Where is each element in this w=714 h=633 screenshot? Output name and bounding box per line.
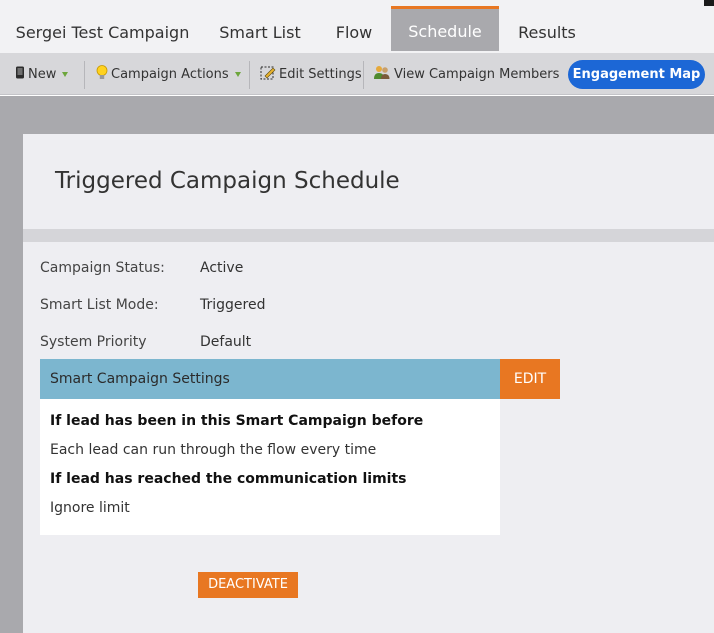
toolbar-divider (249, 61, 250, 89)
smart-campaign-settings-body: If lead has been in this Smart Campaign … (40, 399, 500, 535)
left-panel-edge (0, 96, 23, 633)
communication-limit-value: Ignore limit (50, 500, 130, 516)
tab-flow[interactable]: Flow (315, 8, 393, 53)
toolbar-divider (363, 61, 364, 89)
deactivate-button[interactable]: DEACTIVATE (198, 572, 298, 598)
toolbar-divider (84, 61, 85, 89)
edit-settings-button[interactable]: Edit Settings (260, 53, 362, 95)
smart-list-mode-label: Smart List Mode: (40, 297, 159, 313)
campaign-actions-button[interactable]: Campaign Actions (96, 53, 241, 95)
chevron-down-icon (234, 71, 241, 77)
people-icon (373, 65, 391, 84)
engagement-map-button[interactable]: Engagement Map (568, 60, 705, 89)
campaign-status-value: Active (200, 260, 244, 276)
communication-limit-heading: If lead has reached the communication li… (50, 471, 407, 487)
mobile-icon (15, 66, 25, 83)
schedule-details: Campaign Status: Active Smart List Mode:… (23, 242, 714, 633)
schedule-header: Triggered Campaign Schedule (23, 134, 714, 229)
view-campaign-members-label: View Campaign Members (394, 66, 560, 82)
tab-smart-list[interactable]: Smart List (205, 8, 315, 53)
tab-bar: Sergei Test Campaign Smart List Flow Sch… (0, 0, 714, 53)
system-priority-label: System Priority (40, 334, 147, 350)
tab-schedule[interactable]: Schedule (391, 6, 499, 51)
tab-campaign[interactable]: Sergei Test Campaign (0, 8, 205, 53)
system-priority-value: Default (200, 334, 252, 350)
campaign-status-label: Campaign Status: (40, 260, 165, 276)
rerun-rule-value: Each lead can run through the flow every… (50, 442, 377, 458)
section-divider (23, 229, 714, 242)
rerun-rule-heading: If lead has been in this Smart Campaign … (50, 413, 424, 429)
edit-button[interactable]: EDIT (500, 359, 560, 399)
header-band (0, 96, 714, 134)
edit-settings-icon (260, 65, 276, 84)
new-label: New (28, 66, 57, 82)
tab-results[interactable]: Results (499, 8, 595, 53)
campaign-actions-label: Campaign Actions (111, 66, 229, 82)
smart-campaign-settings-heading: Smart Campaign Settings (40, 359, 500, 399)
smart-list-mode-value: Triggered (200, 297, 266, 313)
chevron-down-icon (62, 71, 69, 77)
new-menu-button[interactable]: New (15, 53, 69, 95)
lightbulb-icon (96, 64, 108, 84)
view-campaign-members-button[interactable]: View Campaign Members (373, 53, 559, 95)
page-title: Triggered Campaign Schedule (55, 168, 400, 194)
edit-settings-label: Edit Settings (279, 66, 362, 82)
window-edge (704, 0, 714, 6)
